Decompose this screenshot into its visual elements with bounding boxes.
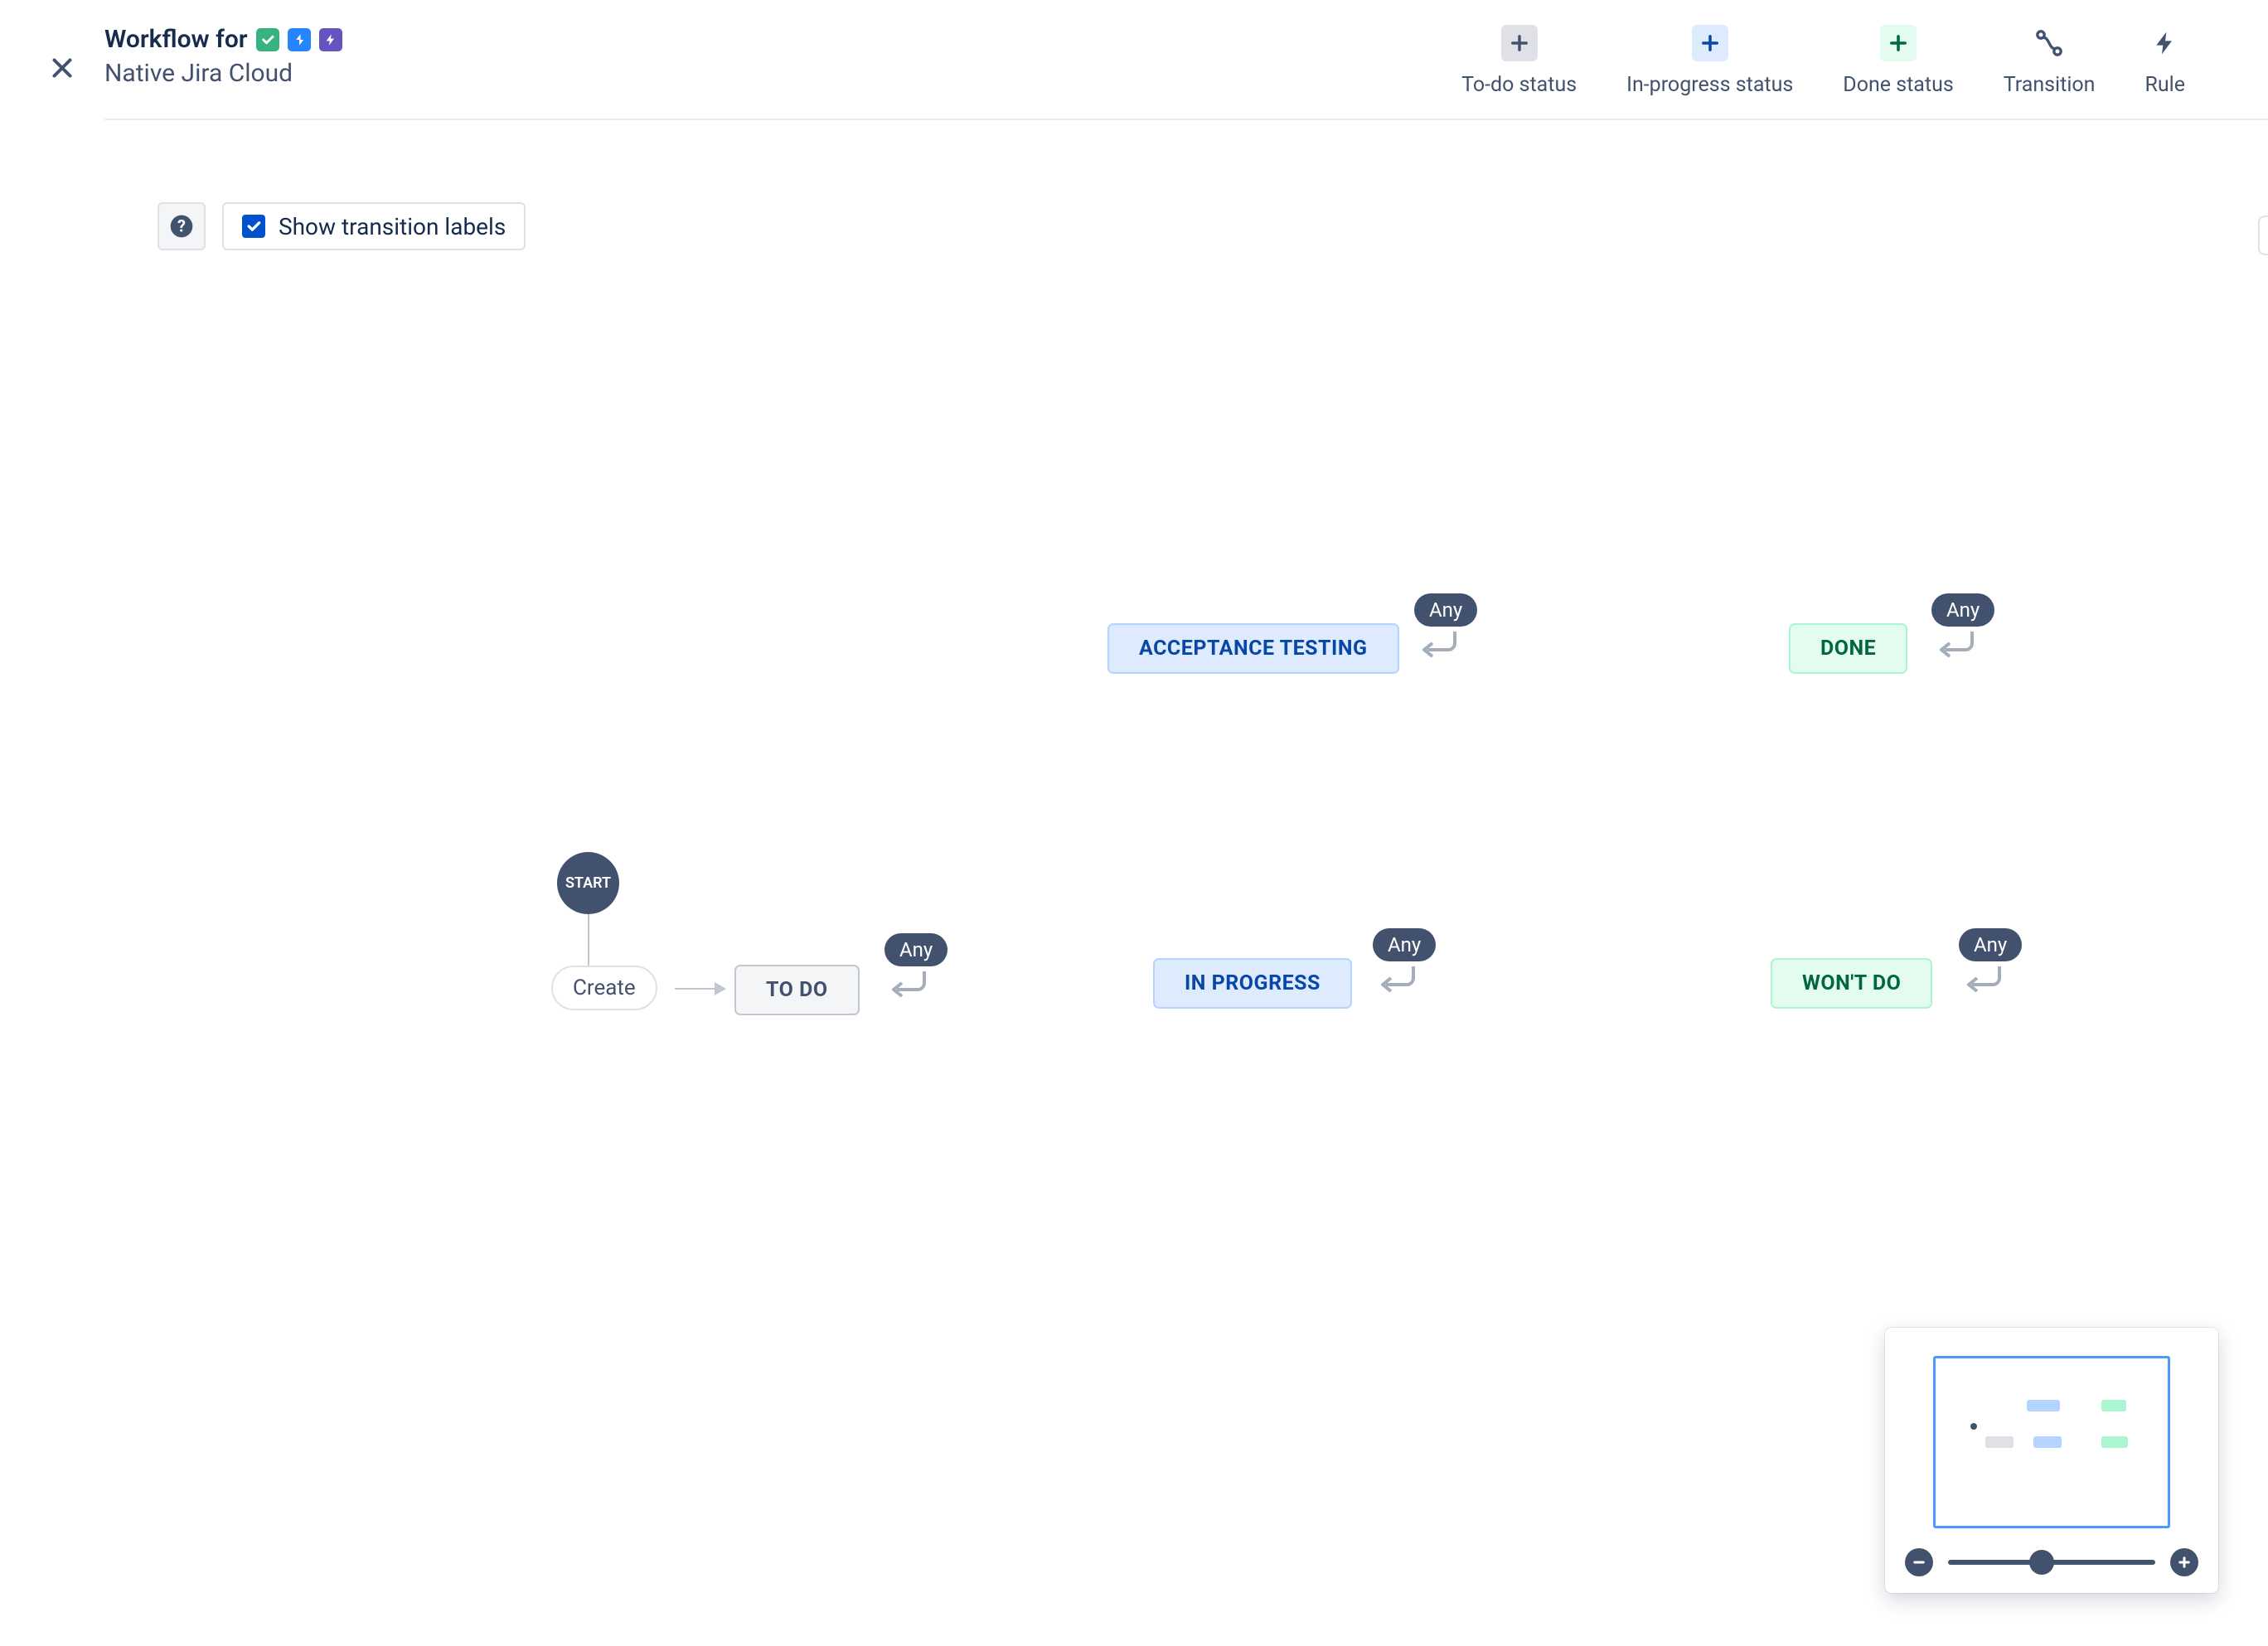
minimap (1885, 1328, 2218, 1593)
minimap-node (2101, 1436, 2128, 1448)
minimap-viewport[interactable] (1933, 1356, 2170, 1528)
status-wont-do[interactable]: WON'T DO (1771, 958, 1932, 1009)
minus-icon (1912, 1555, 1926, 1570)
zoom-in-button[interactable] (2170, 1548, 2198, 1576)
return-arrow-icon (1935, 628, 1976, 661)
minimap-node (2101, 1400, 2126, 1411)
status-todo[interactable]: TO DO (734, 965, 860, 1015)
any-transition-badge[interactable]: Any (884, 933, 947, 966)
status-done[interactable]: DONE (1789, 623, 1907, 674)
plus-icon (2177, 1555, 2192, 1570)
return-arrow-icon (1962, 963, 2004, 996)
zoom-controls (1905, 1548, 2198, 1576)
any-transition-badge[interactable]: Any (1373, 928, 1436, 961)
status-in-progress[interactable]: IN PROGRESS (1153, 958, 1352, 1009)
return-arrow-icon (887, 968, 928, 1001)
any-transition-badge[interactable]: Any (1959, 928, 2022, 961)
connector (588, 914, 589, 966)
minimap-start-dot (1970, 1423, 1977, 1430)
zoom-slider[interactable] (1948, 1560, 2155, 1565)
minimap-node (1985, 1436, 2014, 1448)
create-transition-label[interactable]: Create (551, 966, 657, 1010)
minimap-node (2033, 1436, 2062, 1448)
start-node[interactable]: START (557, 852, 619, 914)
any-transition-badge[interactable]: Any (1414, 593, 1477, 627)
zoom-out-button[interactable] (1905, 1548, 1933, 1576)
return-arrow-icon (1376, 963, 1418, 996)
status-acceptance-testing[interactable]: ACCEPTANCE TESTING (1107, 623, 1399, 674)
any-transition-badge[interactable]: Any (1931, 593, 1994, 627)
minimap-node (2027, 1400, 2060, 1411)
return-arrow-icon (1418, 628, 1459, 661)
connector-arrow (675, 988, 724, 990)
zoom-slider-thumb[interactable] (2029, 1550, 2054, 1575)
